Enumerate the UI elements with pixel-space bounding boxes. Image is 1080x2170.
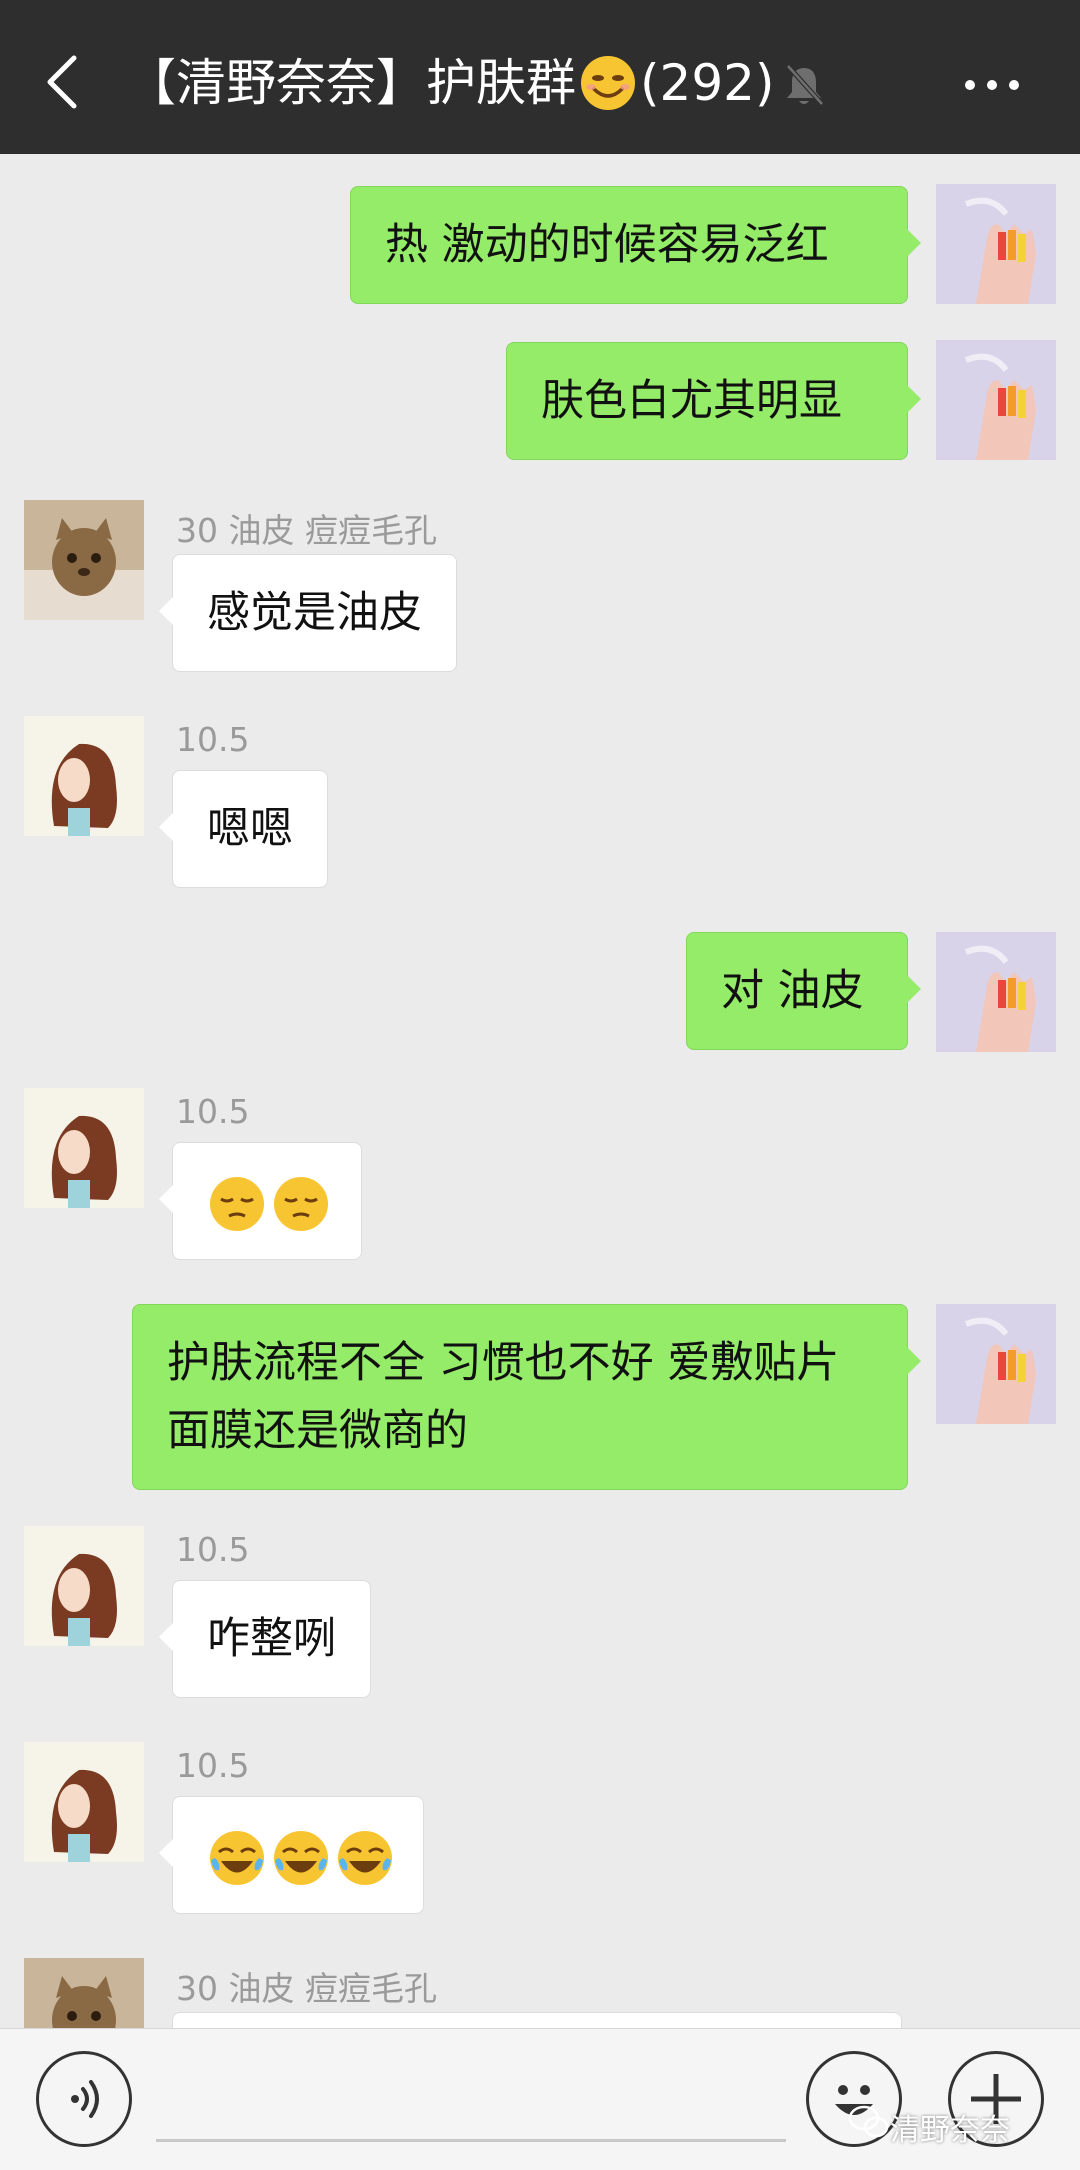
message-bubble[interactable]: 热 激动的时候容易泛红 [350, 186, 921, 304]
chat-title: 【清野奈奈】护肤群 (292) [126, 48, 774, 118]
rainbow-hand-avatar-icon [936, 1304, 1056, 1424]
message-bubble[interactable]: 护肤流程不全 习惯也不好 爱敷贴片面膜还是微商的 [132, 1304, 921, 1490]
tears-of-joy-emoji-icon [338, 1830, 392, 1885]
member-avatar[interactable] [24, 1088, 144, 1208]
message-bubble[interactable] [159, 1142, 362, 1260]
message-input[interactable] [156, 2139, 786, 2142]
girl-avatar-icon [24, 1088, 144, 1208]
voice-input-button[interactable] [36, 2051, 132, 2147]
sender-name: 10.5 [176, 1092, 250, 1131]
sender-name: 10.5 [176, 720, 250, 759]
member-avatar[interactable] [24, 1958, 144, 2028]
girl-avatar-icon [24, 716, 144, 836]
message-bubble[interactable]: 咋整咧 [159, 1580, 371, 1698]
chat-header: 【清野奈奈】护肤群 (292) [0, 0, 1080, 154]
rainbow-hand-avatar-icon [936, 184, 1056, 304]
girl-avatar-icon [24, 1742, 144, 1862]
girl-avatar-icon [24, 1526, 144, 1646]
message-bubble[interactable]: 嗯嗯 [159, 770, 328, 888]
voice-wave-icon [71, 2080, 99, 2118]
message-bubble[interactable] [172, 2012, 902, 2028]
member-avatar[interactable] [24, 500, 144, 620]
mute-bell-icon [786, 64, 824, 106]
my-avatar[interactable] [936, 932, 1056, 1052]
member-avatar[interactable] [24, 1742, 144, 1862]
smiling-face-emoji-icon [581, 56, 635, 110]
member-count: (292) [640, 54, 775, 112]
rainbow-hand-avatar-icon [936, 340, 1056, 460]
pensive-face-emoji-icon [210, 1176, 264, 1231]
sender-name: 30 油皮 痘痘毛孔 [176, 1969, 437, 2008]
watermark-text: 清野奈奈 [890, 2113, 1010, 2148]
pensive-face-emoji-icon [274, 1176, 328, 1231]
message-bubble[interactable]: 感觉是油皮 [159, 554, 457, 672]
more-options-icon[interactable] [962, 70, 1022, 100]
my-avatar[interactable] [936, 340, 1056, 460]
member-avatar[interactable] [24, 716, 144, 836]
wechat-logo-icon [848, 2105, 889, 2138]
tears-of-joy-emoji-icon [210, 1830, 264, 1885]
message-bubble[interactable]: 对 油皮 [686, 932, 921, 1050]
chat-message-list[interactable]: 热 激动的时候容易泛红 肤色白尤其明显 30 油皮 痘痘毛孔 感觉是油皮 10.… [0, 154, 1080, 2028]
member-avatar[interactable] [24, 1526, 144, 1646]
group-name: 【清野奈奈】护肤群 [126, 54, 576, 112]
cat-avatar-icon [24, 1958, 144, 2028]
sender-name: 10.5 [176, 1530, 250, 1569]
back-arrow-icon[interactable] [40, 52, 84, 112]
sender-name: 10.5 [176, 1746, 250, 1785]
sender-name: 30 油皮 痘痘毛孔 [176, 511, 437, 550]
message-bubble[interactable]: 肤色白尤其明显 [506, 342, 921, 460]
my-avatar[interactable] [936, 1304, 1056, 1424]
cat-avatar-icon [24, 500, 144, 620]
tears-of-joy-emoji-icon [274, 1830, 328, 1885]
rainbow-hand-avatar-icon [936, 932, 1056, 1052]
my-avatar[interactable] [936, 184, 1056, 304]
message-bubble[interactable] [159, 1796, 424, 1914]
